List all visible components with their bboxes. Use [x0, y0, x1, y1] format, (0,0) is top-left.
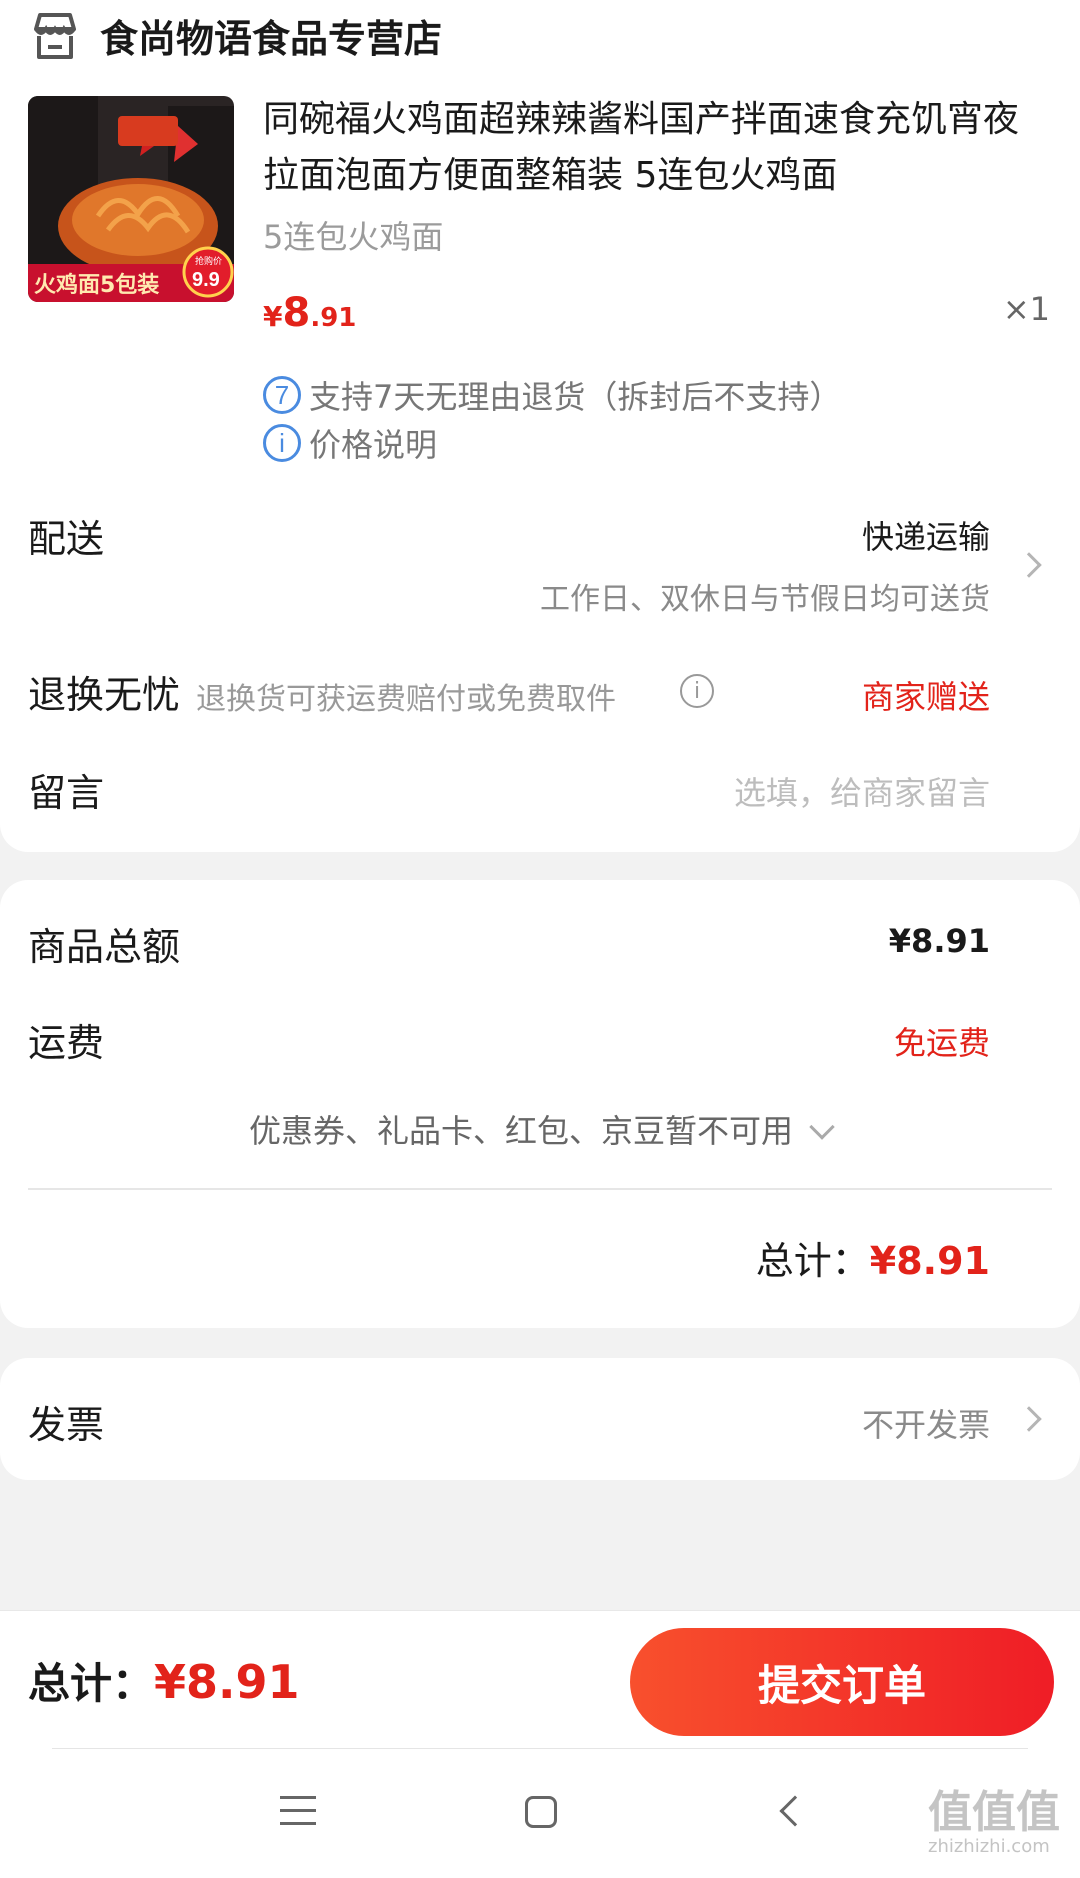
exchange-label: 退换无忧 — [28, 673, 181, 717]
home-icon[interactable] — [525, 1796, 557, 1828]
goods-total-value: ¥8.91 — [888, 922, 990, 960]
info-icon: i — [263, 424, 301, 462]
image-banner-text: 火鸡面5包装 — [34, 272, 159, 298]
message-input[interactable]: 选填，给商家留言 — [734, 768, 990, 814]
exchange-value: 商家赠送 — [861, 678, 990, 716]
delivery-label: 配送 — [28, 517, 105, 561]
exchange-info-icon[interactable]: i — [680, 674, 714, 708]
delivery-method[interactable]: 快递运输 — [862, 512, 990, 558]
bottom-total-label: 总计： — [28, 1659, 155, 1708]
store-name: 食尚物语食品专营店 — [100, 17, 443, 61]
product-quantity: ×1 — [1002, 290, 1050, 328]
delivery-chevron-right-icon[interactable] — [1016, 552, 1042, 578]
product-price: ¥8.91 — [263, 290, 356, 336]
image-price: 9.9 — [192, 269, 220, 291]
order-confirm-page: 食尚物语食品专营店 火鸡面5包装 抢购价 9.9 同碗福火鸡面超辣辣酱料国产拌面… — [0, 0, 1080, 1878]
invoice-value[interactable]: 不开发票 — [862, 1400, 990, 1446]
coupon-text: 优惠券、礼品卡、红包、京豆暂不可用 — [248, 1112, 793, 1150]
store-header[interactable]: 食尚物语食品专营店 — [28, 8, 442, 63]
price-decimal: .91 — [310, 303, 357, 333]
bottom-total-value: ¥8.91 — [154, 1655, 300, 1709]
service-price-text: 价格说明 — [309, 426, 438, 464]
bottom-total: 总计：¥8.91 — [28, 1650, 300, 1711]
delivery-note: 工作日、双休日与节假日均可送货 — [540, 582, 990, 617]
summary-total: 总计：¥8.91 — [756, 1230, 990, 1285]
seven-day-icon: 7 — [263, 376, 301, 414]
product-title[interactable]: 同碗福火鸡面超辣辣酱料国产拌面速食充饥宵夜拉面泡面方便面整箱装 5连包火鸡面 — [263, 92, 1053, 204]
coupon-row[interactable]: 优惠券、礼品卡、红包、京豆暂不可用 — [0, 1106, 1080, 1152]
summary-total-label: 总计： — [755, 1239, 870, 1283]
chevron-down-icon — [809, 1114, 835, 1140]
product-image[interactable]: 火鸡面5包装 抢购价 9.9 — [28, 96, 234, 302]
service-return-text: 支持7天无理由退货（拆封后不支持） — [309, 378, 842, 416]
watermark: 值值值 zhizhizhi.com — [928, 1790, 1060, 1858]
menu-icon[interactable] — [280, 1796, 316, 1826]
service-return-row[interactable]: 7 支持7天无理由退货（拆封后不支持） — [263, 372, 841, 418]
invoice-label: 发票 — [28, 1403, 105, 1447]
product-spec: 5连包火鸡面 — [263, 218, 444, 256]
goods-total-label: 商品总额 — [28, 925, 181, 969]
watermark-main: 值值值 — [928, 1787, 1060, 1838]
exchange-desc: 退换货可获运费赔付或免费取件 — [196, 682, 616, 717]
nav-divider — [52, 1748, 1028, 1749]
submit-order-button[interactable]: 提交订单 — [630, 1628, 1054, 1736]
shipping-label: 运费 — [28, 1021, 105, 1065]
image-price-label: 抢购价 — [195, 255, 222, 267]
watermark-sub: zhizhizhi.com — [928, 1836, 1050, 1857]
summary-total-value: ¥8.91 — [869, 1239, 990, 1283]
divider — [28, 1188, 1052, 1190]
service-price-row[interactable]: i 价格说明 — [263, 420, 437, 466]
price-currency: ¥ — [263, 300, 283, 333]
store-icon — [34, 12, 76, 59]
shipping-value: 免运费 — [893, 1024, 990, 1062]
message-label: 留言 — [28, 771, 105, 815]
order-item-card: 食尚物语食品专营店 火鸡面5包装 抢购价 9.9 同碗福火鸡面超辣辣酱料国产拌面… — [0, 0, 1080, 852]
price-integer: 8 — [282, 290, 311, 336]
